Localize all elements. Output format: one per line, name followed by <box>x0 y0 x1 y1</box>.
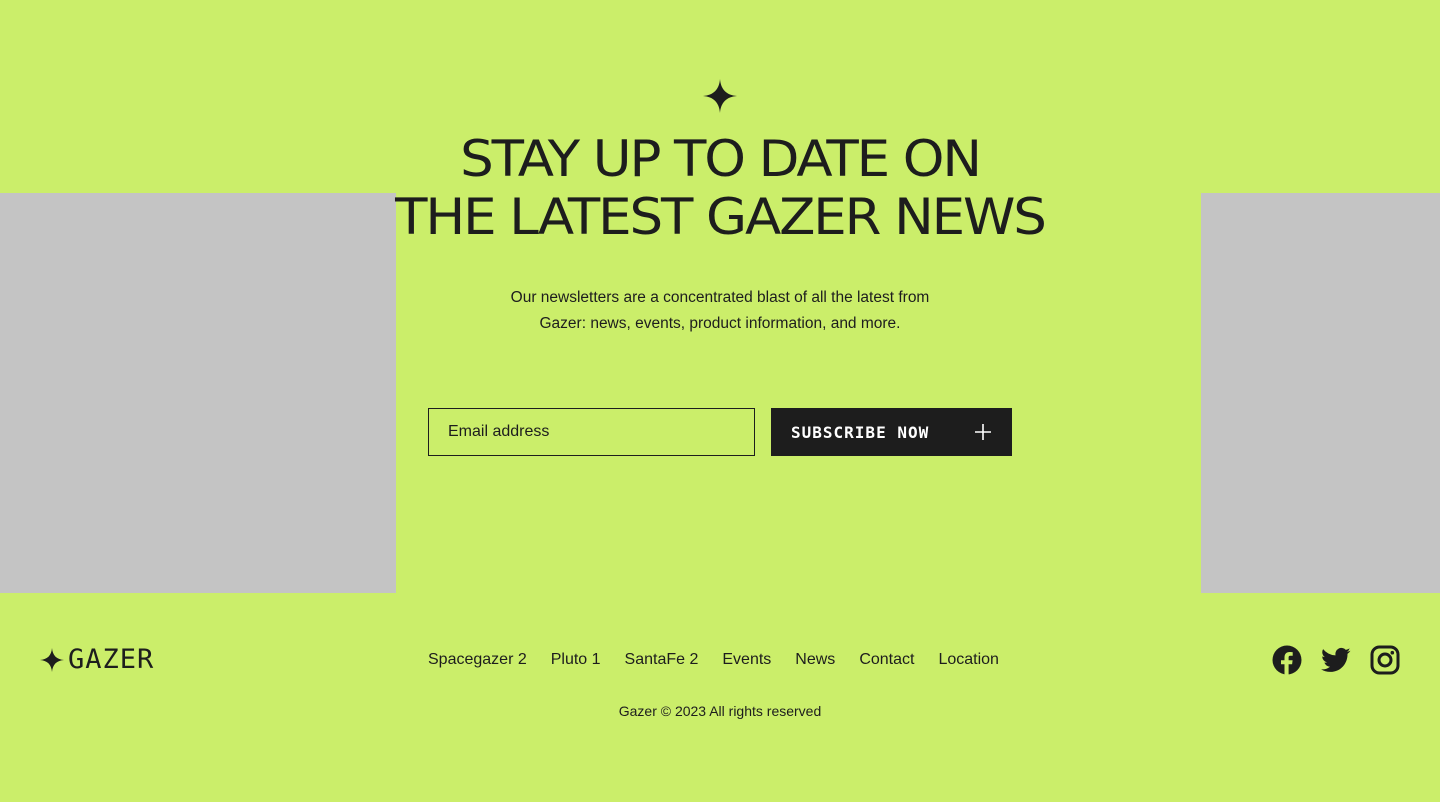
footer-link-events[interactable]: Events <box>722 648 771 672</box>
twitter-icon <box>1321 647 1351 672</box>
facebook-icon <box>1272 645 1302 675</box>
instagram-link[interactable] <box>1370 645 1400 675</box>
email-input[interactable] <box>428 408 755 456</box>
footer-link-pluto-1[interactable]: Pluto 1 <box>551 648 601 672</box>
subscribe-label: SUBSCRIBE NOW <box>791 422 930 442</box>
footer-logo[interactable]: GAZER <box>40 646 154 674</box>
footer-link-contact[interactable]: Contact <box>859 648 914 672</box>
footer-link-spacegazer-2[interactable]: Spacegazer 2 <box>428 648 527 672</box>
newsletter-intro: Our newsletters are a concentrated blast… <box>470 285 970 337</box>
footer-link-location[interactable]: Location <box>938 648 999 672</box>
headline-line-2: THE LATEST GAZER NEWS <box>395 188 1047 246</box>
footer-nav: Spacegazer 2 Pluto 1 SantaFe 2 Events Ne… <box>428 648 999 672</box>
social-links <box>1272 645 1400 675</box>
plus-icon <box>975 424 991 440</box>
headline-line-1: STAY UP TO DATE ON <box>460 130 982 188</box>
logo-wordmark: GAZER <box>68 644 155 675</box>
image-placeholder-left <box>0 193 396 593</box>
instagram-icon <box>1370 645 1400 675</box>
image-placeholder-right <box>1201 193 1440 593</box>
subscribe-button[interactable]: SUBSCRIBE NOW <box>771 408 1012 456</box>
footer-link-news[interactable]: News <box>795 648 835 672</box>
sparkle-star-icon <box>40 648 64 672</box>
intro-line-1: Our newsletters are a concentrated blast… <box>510 289 930 306</box>
copyright-text: Gazer © 2023 All rights reserved <box>618 703 822 719</box>
newsletter-headline: STAY UP TO DATE ON THE LATEST GAZER NEWS <box>275 130 1165 246</box>
intro-line-2: Gazer: news, events, product information… <box>539 315 901 332</box>
twitter-link[interactable] <box>1321 645 1351 675</box>
facebook-link[interactable] <box>1272 645 1302 675</box>
sparkle-star-icon <box>703 79 737 113</box>
footer-link-santafe-2[interactable]: SantaFe 2 <box>625 648 699 672</box>
